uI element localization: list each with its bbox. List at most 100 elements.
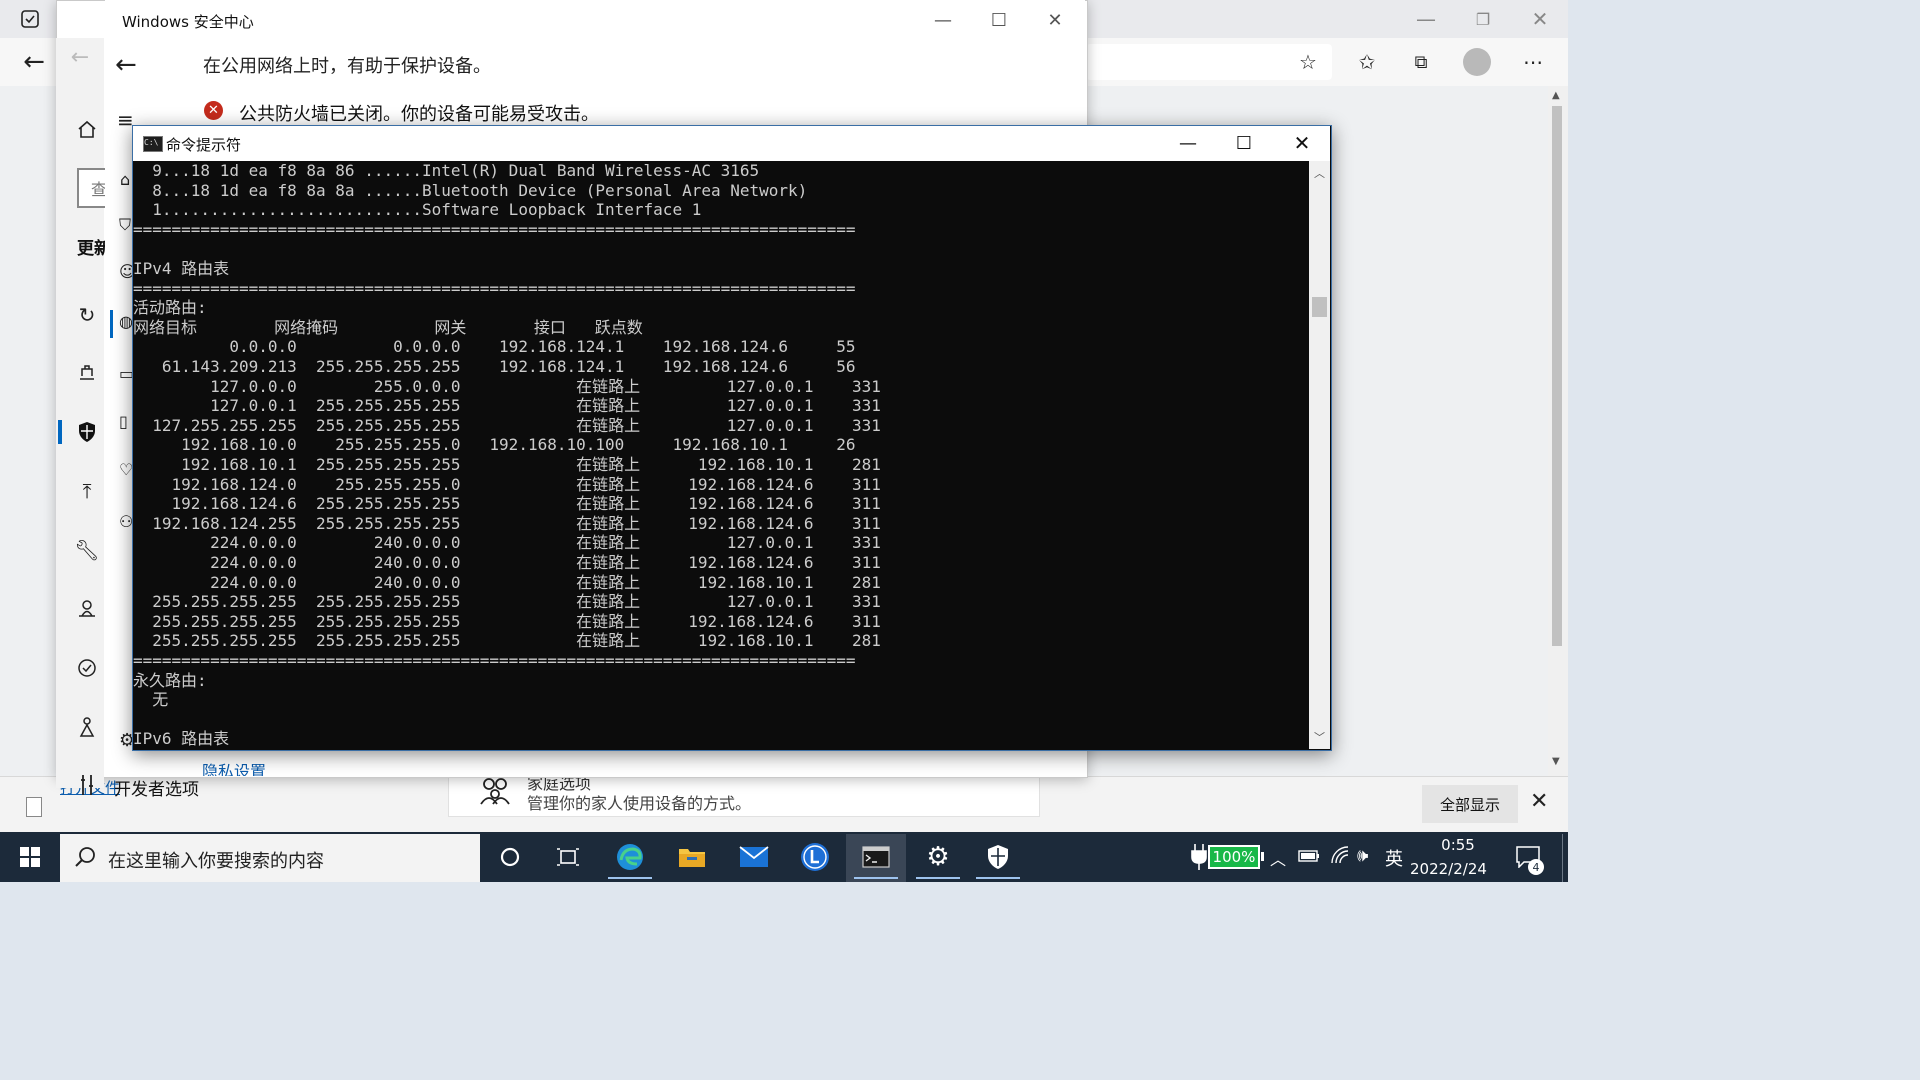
cmd-taskbar-icon[interactable]: [846, 835, 906, 879]
file-explorer-icon[interactable]: [662, 835, 722, 879]
tray-expand-icon[interactable]: ︿: [1270, 846, 1286, 870]
settings-bottom-strip: 打开文件 家庭选项 管理你的家人使用设备的方式。 全部显示 ✕: [0, 776, 1568, 833]
back-arrow-icon[interactable]: ←: [20, 47, 48, 77]
start-windows-icon[interactable]: [0, 835, 60, 879]
scroll-thumb[interactable]: [1552, 106, 1562, 646]
insider-icon[interactable]: [70, 710, 104, 744]
scroll-up-icon[interactable]: ▲: [1552, 90, 1560, 101]
cmd-close-icon[interactable]: ✕: [1282, 123, 1322, 163]
cmd-output-line: IPv6 路由表: [133, 729, 230, 749]
security-close-icon[interactable]: ✕: [1035, 0, 1075, 40]
cmd-output-line: 无: [133, 690, 169, 710]
taskbar-search-placeholder: 在这里输入你要搜索的内容: [108, 851, 324, 872]
family-description: 管理你的家人使用设备的方式。: [527, 794, 752, 813]
sec-home-icon[interactable]: ⌂: [120, 170, 130, 189]
sec-shield-icon[interactable]: ⛉: [119, 215, 131, 235]
clock-date[interactable]: 2022/2/24: [1410, 860, 1530, 878]
battery-tip: [1261, 852, 1264, 861]
power-plug-icon[interactable]: [1190, 843, 1208, 875]
security-titlebar: Windows 安全中心 — ☐ ✕: [105, 0, 1085, 40]
network-subtitle: 在公用网络上时，有助于保护设备。: [203, 56, 491, 77]
cmd-output-line: 224.0.0.0 240.0.0.0 在链路上 192.168.10.1 28…: [133, 572, 881, 592]
wrench-icon[interactable]: 🔧︎: [70, 533, 104, 567]
collections-icon[interactable]: ⧉: [1407, 48, 1435, 76]
rail-update-label: 更新: [77, 239, 105, 259]
l-app-icon[interactable]: [785, 835, 845, 879]
cmd-output-line: 192.168.124.6 255.255.255.255 在链路上 192.1…: [133, 494, 881, 514]
cmd-output-line: 255.255.255.255 255.255.255.255 在链路上 192…: [133, 631, 881, 651]
notification-count-badge: 4: [1528, 859, 1544, 875]
settings-gear-icon[interactable]: ⚙: [908, 835, 968, 879]
browser-minimize-icon[interactable]: —: [1412, 5, 1440, 33]
cmd-active-underline: [854, 877, 898, 879]
cmd-console-output[interactable]: 9...18 1d ea f8 8a 86 ......Intel(R) Dua…: [133, 161, 1309, 749]
developer-icon[interactable]: [70, 768, 104, 802]
browser-restore-icon[interactable]: ❐: [1469, 5, 1497, 33]
cmd-output-line: IPv4 路由表: [133, 259, 230, 278]
cmd-output-line: 127.255.255.255 255.255.255.255 在链路上 127…: [133, 415, 881, 435]
task-view-icon[interactable]: [538, 835, 598, 879]
scroll-down-icon[interactable]: ▼: [1552, 756, 1560, 767]
error-x-icon: ✕: [204, 101, 223, 120]
profile-avatar[interactable]: [1463, 48, 1491, 76]
tray-battery-icon[interactable]: [1298, 848, 1320, 867]
browser-close-icon[interactable]: ✕: [1526, 5, 1554, 33]
tab-actions-icon[interactable]: [16, 5, 44, 33]
ime-indicator[interactable]: 英: [1385, 845, 1403, 871]
upload-icon[interactable]: ⤒: [70, 474, 104, 508]
volume-icon[interactable]: 🕪︎: [1357, 845, 1368, 866]
cmd-output-line: 255.255.255.255 255.255.255.255 在链路上 127…: [133, 592, 881, 612]
sec-wifi-icon[interactable]: ◍: [119, 312, 133, 331]
show-desktop-button[interactable]: [1562, 834, 1569, 882]
delivery-icon[interactable]: [70, 356, 104, 390]
cmd-scrollbar[interactable]: ︿ ﹀: [1309, 161, 1330, 749]
add-favorite-icon[interactable]: ☆: [1294, 48, 1322, 76]
security-back-icon[interactable]: ←: [115, 50, 137, 80]
sec-device-icon[interactable]: ▯: [119, 412, 128, 431]
security-active-underline: [976, 877, 1020, 879]
firewall-warning: 公共防火墙已关闭。你的设备可能易受攻击。: [239, 104, 599, 125]
close-strip-icon[interactable]: ✕: [1530, 789, 1548, 814]
family-icon: [479, 776, 511, 813]
check-circle-icon[interactable]: [70, 651, 104, 685]
clock-time[interactable]: 0:55: [1410, 836, 1506, 854]
cmd-output-line: ========================================…: [133, 651, 856, 670]
sync-icon[interactable]: ↻: [70, 298, 104, 332]
cmd-scroll-thumb[interactable]: [1312, 297, 1327, 317]
security-maximize-icon[interactable]: ☐: [979, 0, 1019, 40]
developer-options-label[interactable]: 开发者选项: [114, 775, 199, 800]
cmd-app-icon: C:\: [143, 136, 163, 152]
cmd-output-line: 127.0.0.1 255.255.255.255 在链路上 127.0.0.1…: [133, 396, 881, 416]
security-minimize-icon[interactable]: —: [923, 0, 963, 40]
cmd-titlebar[interactable]: C:\ 命令提示符 — ☐ ✕: [133, 126, 1330, 161]
family-options-card[interactable]: 家庭选项 管理你的家人使用设备的方式。: [448, 777, 1040, 817]
cmd-minimize-icon[interactable]: —: [1168, 123, 1208, 163]
cmd-output-line: 192.168.124.0 255.255.255.0 在链路上 192.168…: [133, 474, 881, 494]
browser-scrollbar[interactable]: ▲ ▼: [1548, 86, 1568, 776]
home-icon[interactable]: [70, 112, 104, 146]
account-icon[interactable]: [70, 592, 104, 626]
cmd-output-line: 192.168.10.1 255.255.255.255 在链路上 192.16…: [133, 455, 881, 474]
wifi-icon[interactable]: [1330, 845, 1350, 869]
cmd-output-line: 网络目标 网络掩码 网关 接口 跃点数: [133, 317, 643, 337]
edge-browser-icon[interactable]: [600, 835, 660, 879]
show-all-button[interactable]: 全部显示: [1422, 785, 1518, 823]
taskbar-search-icon: [74, 846, 96, 872]
cmd-maximize-icon[interactable]: ☐: [1224, 123, 1264, 163]
cmd-output-line: 61.143.209.213 255.255.255.255 192.168.1…: [133, 357, 856, 376]
shield-icon[interactable]: [70, 415, 104, 449]
battery-indicator[interactable]: 100%: [1208, 845, 1260, 869]
cmd-scroll-down-icon[interactable]: ﹀: [1314, 729, 1325, 745]
security-window-title: Windows 安全中心: [122, 13, 254, 31]
security-shield-taskbar-icon[interactable]: [968, 835, 1028, 879]
taskbar-search-box[interactable]: 在这里输入你要搜索的内容: [60, 834, 480, 882]
favorites-icon[interactable]: ✩: [1353, 48, 1381, 76]
cmd-output-line: 224.0.0.0 240.0.0.0 在链路上 192.168.124.6 3…: [133, 553, 881, 572]
cortana-circle-icon[interactable]: [480, 835, 540, 879]
cmd-output-line: 8...18 1d ea f8 8a 8a ......Bluetooth De…: [133, 180, 808, 200]
cmd-scroll-up-icon[interactable]: ︿: [1314, 165, 1325, 181]
more-menu-icon[interactable]: ⋯: [1519, 48, 1547, 76]
mail-icon[interactable]: [724, 835, 784, 879]
privacy-settings-link[interactable]: 隐私设置: [202, 758, 266, 776]
settings-back-icon[interactable]: ←: [56, 38, 104, 76]
